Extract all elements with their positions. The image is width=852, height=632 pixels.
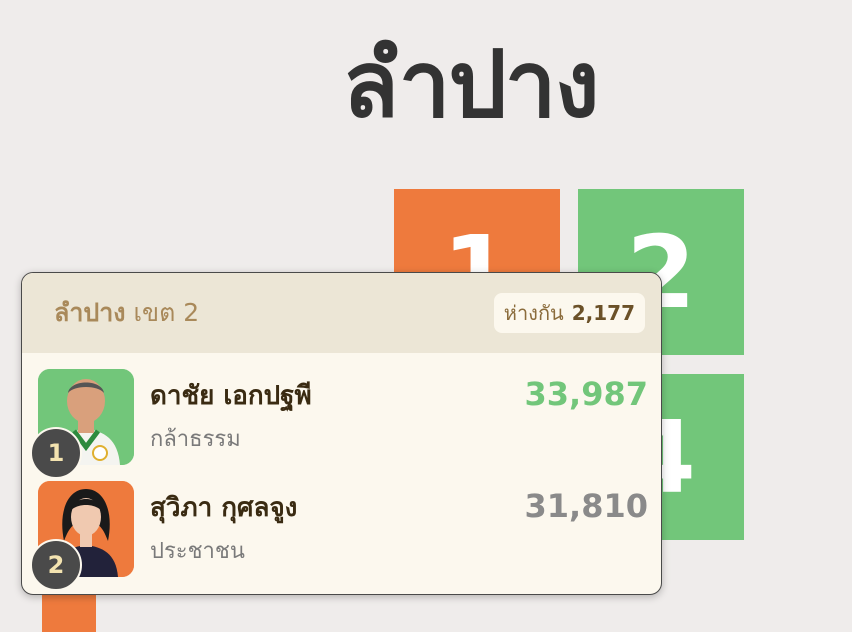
candidate-row[interactable]: 1 ดาชัย เอกปฐพี กล้าธรรม 33,987 — [30, 369, 648, 479]
candidate-votes: 33,987 — [524, 375, 648, 413]
margin-label: ห่างกัน — [503, 301, 564, 325]
margin-value: 2,177 — [571, 301, 635, 325]
candidate-votes: 31,810 — [524, 487, 648, 525]
popup-header: ลำปาง เขต 2 ห่างกัน 2,177 — [22, 273, 661, 353]
candidate-party: ประชาชน — [150, 539, 245, 564]
candidate-name: ดาชัย เอกปฐพี — [150, 381, 312, 411]
candidate-row[interactable]: 2 สุวิภา กุศลจูง ประชาชน 31,810 — [30, 481, 648, 591]
popup-province: ลำปาง — [54, 298, 126, 327]
district-popup: ลำปาง เขต 2 ห่างกัน 2,177 1 ดาชัย เอกปฐพ… — [21, 272, 662, 595]
rank-badge: 1 — [30, 427, 82, 479]
province-title: ลำปาง — [342, 31, 599, 138]
candidate-name: สุวิภา กุศลจูง — [150, 493, 298, 523]
district-title: ลำปาง เขต 2 — [54, 295, 199, 331]
margin-badge: ห่างกัน 2,177 — [493, 293, 645, 333]
rank-badge: 2 — [30, 539, 82, 591]
candidate-party: กล้าธรรม — [150, 427, 241, 452]
district-tile-partial[interactable] — [42, 592, 96, 632]
popup-district: เขต 2 — [133, 298, 200, 327]
